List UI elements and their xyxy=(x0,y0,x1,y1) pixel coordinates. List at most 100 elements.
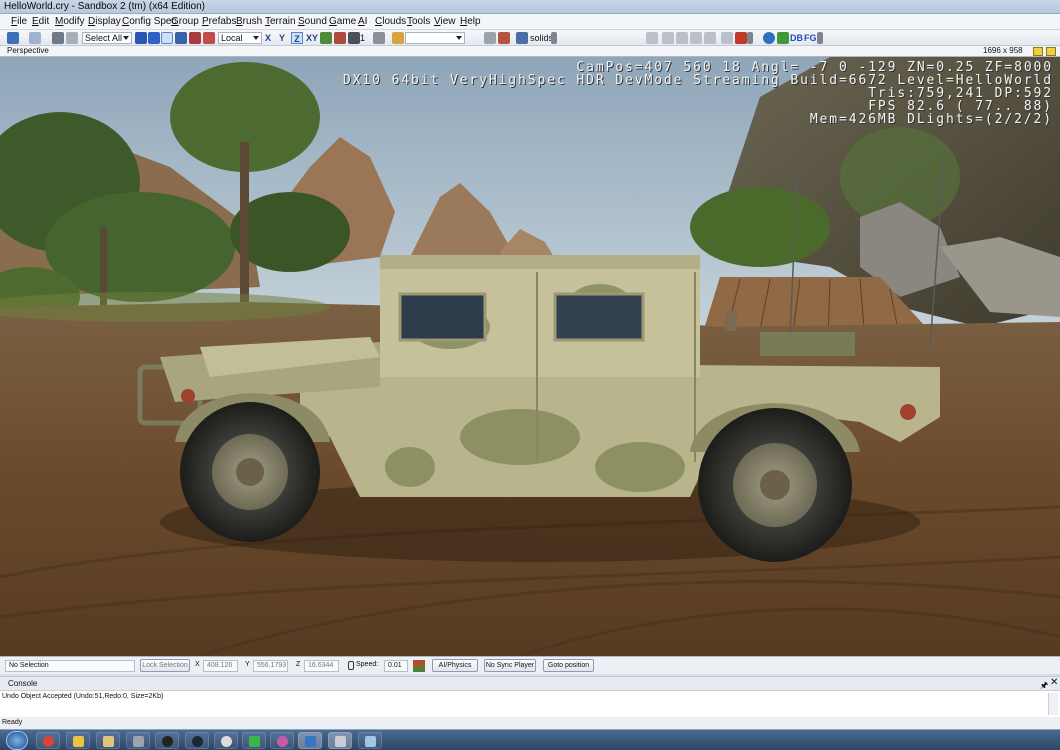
app-icon xyxy=(249,736,260,747)
console-output[interactable]: Undo Object Accepted (Undo:51,Redo:0, Si… xyxy=(0,690,1060,717)
material-icon[interactable] xyxy=(484,32,496,44)
snap-icon[interactable] xyxy=(203,32,215,44)
maximize-viewport-icon[interactable] xyxy=(1033,47,1043,56)
taskbar-app-12[interactable] xyxy=(358,732,382,749)
perspective-viewport[interactable]: CamPos=407 560 18 Angl= -7 0 -129 ZN=0.2… xyxy=(0,57,1060,656)
menu-sound[interactable]: Sound xyxy=(298,16,327,27)
speed-field[interactable]: 0.01 xyxy=(384,660,408,672)
axis-x-button[interactable]: X xyxy=(265,32,271,44)
y-label: Y xyxy=(245,661,250,668)
redo-icon[interactable] xyxy=(29,32,41,44)
physics-toggle-icon[interactable] xyxy=(413,660,425,672)
rotate-icon[interactable] xyxy=(161,32,173,44)
taskbar-sandbox[interactable] xyxy=(328,732,352,749)
lock-selection-button[interactable]: Lock Selection xyxy=(140,659,190,672)
select-terrain-icon[interactable] xyxy=(189,32,201,44)
menu-game[interactable]: Game xyxy=(329,16,356,27)
windows-taskbar xyxy=(0,729,1060,750)
taskbar-app-2[interactable] xyxy=(66,732,90,749)
app-icon xyxy=(277,736,288,747)
align-icon[interactable] xyxy=(646,32,658,44)
taskbar-explorer[interactable] xyxy=(96,732,120,749)
drop-to-terrain-icon[interactable] xyxy=(690,32,702,44)
grid-size-value[interactable]: 1 xyxy=(360,32,365,44)
layer-dropdown[interactable] xyxy=(405,32,465,44)
align-to-object-icon[interactable] xyxy=(676,32,688,44)
taskbar-steam[interactable] xyxy=(185,732,209,749)
taskbar-app-8[interactable] xyxy=(242,732,266,749)
coord-space-dropdown[interactable]: Local xyxy=(218,32,262,44)
character-icon[interactable] xyxy=(777,32,789,44)
record-icon[interactable] xyxy=(735,32,747,44)
layer-icon[interactable] xyxy=(392,32,404,44)
globe-icon[interactable] xyxy=(763,32,775,44)
app-icon xyxy=(162,736,173,747)
x-coordinate-field[interactable]: 408.126 xyxy=(203,660,238,672)
menu-ai[interactable]: AI xyxy=(358,16,367,27)
z-coordinate-field[interactable]: 16.6344 xyxy=(304,660,339,672)
move-icon[interactable] xyxy=(148,32,160,44)
terrain-follow-icon[interactable] xyxy=(320,32,332,44)
menu-config-spec[interactable]: Config Spec xyxy=(122,16,177,27)
goto-position-button[interactable]: Goto position xyxy=(543,659,594,672)
snap-to-object-icon[interactable] xyxy=(334,32,346,44)
toolbar-overflow-icon[interactable] xyxy=(551,32,557,44)
menu-brush[interactable]: Brush xyxy=(236,16,262,27)
menu-modify[interactable]: Modify xyxy=(55,16,84,27)
grid-icon[interactable] xyxy=(348,32,360,44)
menu-prefabs[interactable]: Prefabs xyxy=(202,16,236,27)
unlink-icon[interactable] xyxy=(66,32,78,44)
menu-clouds[interactable]: Clouds xyxy=(375,16,406,27)
menu-edit[interactable]: Edit xyxy=(32,16,49,27)
taskbar-app-7[interactable] xyxy=(214,732,238,749)
angle-snap-icon[interactable] xyxy=(373,32,385,44)
mirror-icon[interactable] xyxy=(704,32,716,44)
chrome-icon xyxy=(43,736,54,747)
console-line: Undo Object Accepted (Undo:51,Redo:0, Si… xyxy=(2,693,164,700)
menu-display[interactable]: Display xyxy=(88,16,121,27)
close-icon[interactable]: ✕ xyxy=(1050,677,1058,688)
menu-group[interactable]: Group xyxy=(171,16,199,27)
sandbox-icon xyxy=(335,736,346,747)
physics-icon[interactable] xyxy=(498,32,510,44)
menu-help[interactable]: Help xyxy=(460,16,481,27)
taskbar-app-10[interactable] xyxy=(298,732,322,749)
axis-z-button[interactable]: Z xyxy=(291,32,303,44)
scale-icon[interactable] xyxy=(175,32,187,44)
coord-space-label: Local xyxy=(221,33,243,43)
y-coordinate-field[interactable]: 556.1793 xyxy=(253,660,288,672)
database-button[interactable]: DB xyxy=(790,32,803,44)
taskbar-app-9[interactable] xyxy=(270,732,294,749)
render-mode-icon[interactable] xyxy=(516,32,528,44)
select-all-dropdown[interactable]: Select All xyxy=(82,32,132,44)
lock-icon[interactable] xyxy=(348,661,354,670)
taskbar-chrome[interactable] xyxy=(36,732,60,749)
toolbar-overflow-icon-3[interactable] xyxy=(817,32,823,44)
menu-tools[interactable]: Tools xyxy=(407,16,430,27)
align-to-grid-icon[interactable] xyxy=(662,32,674,44)
start-button[interactable] xyxy=(6,731,28,750)
select-arrow-icon[interactable] xyxy=(135,32,147,44)
link-icon[interactable] xyxy=(52,32,64,44)
undo-icon[interactable] xyxy=(7,32,19,44)
steam-icon xyxy=(192,736,203,747)
viewport-options-icon[interactable] xyxy=(1046,47,1056,56)
toolbar-overflow-icon-2[interactable] xyxy=(747,32,753,44)
menu-view[interactable]: View xyxy=(434,16,456,27)
console-scrollbar[interactable] xyxy=(1048,693,1058,715)
flowgraph-button[interactable]: FG xyxy=(804,32,817,44)
axis-xy-button[interactable]: XY xyxy=(306,32,318,44)
snapshot-icon[interactable] xyxy=(721,32,733,44)
taskbar-app-5[interactable] xyxy=(155,732,179,749)
viewport-header: Perspective 1696 x 958 xyxy=(0,46,1060,57)
no-sync-player-button[interactable]: No Sync Player xyxy=(484,659,536,672)
app-icon xyxy=(305,736,316,747)
taskbar-app-4[interactable] xyxy=(126,732,150,749)
menu-bar: File Edit Modify Display Config Spec Gro… xyxy=(0,14,1060,30)
render-mode-label[interactable]: solids xyxy=(530,32,553,44)
viewport-name[interactable]: Perspective xyxy=(7,46,49,55)
menu-terrain[interactable]: Terrain xyxy=(265,16,296,27)
menu-file[interactable]: File xyxy=(11,16,27,27)
axis-y-button[interactable]: Y xyxy=(279,32,285,44)
ai-physics-button[interactable]: AI/Physics xyxy=(432,659,478,672)
